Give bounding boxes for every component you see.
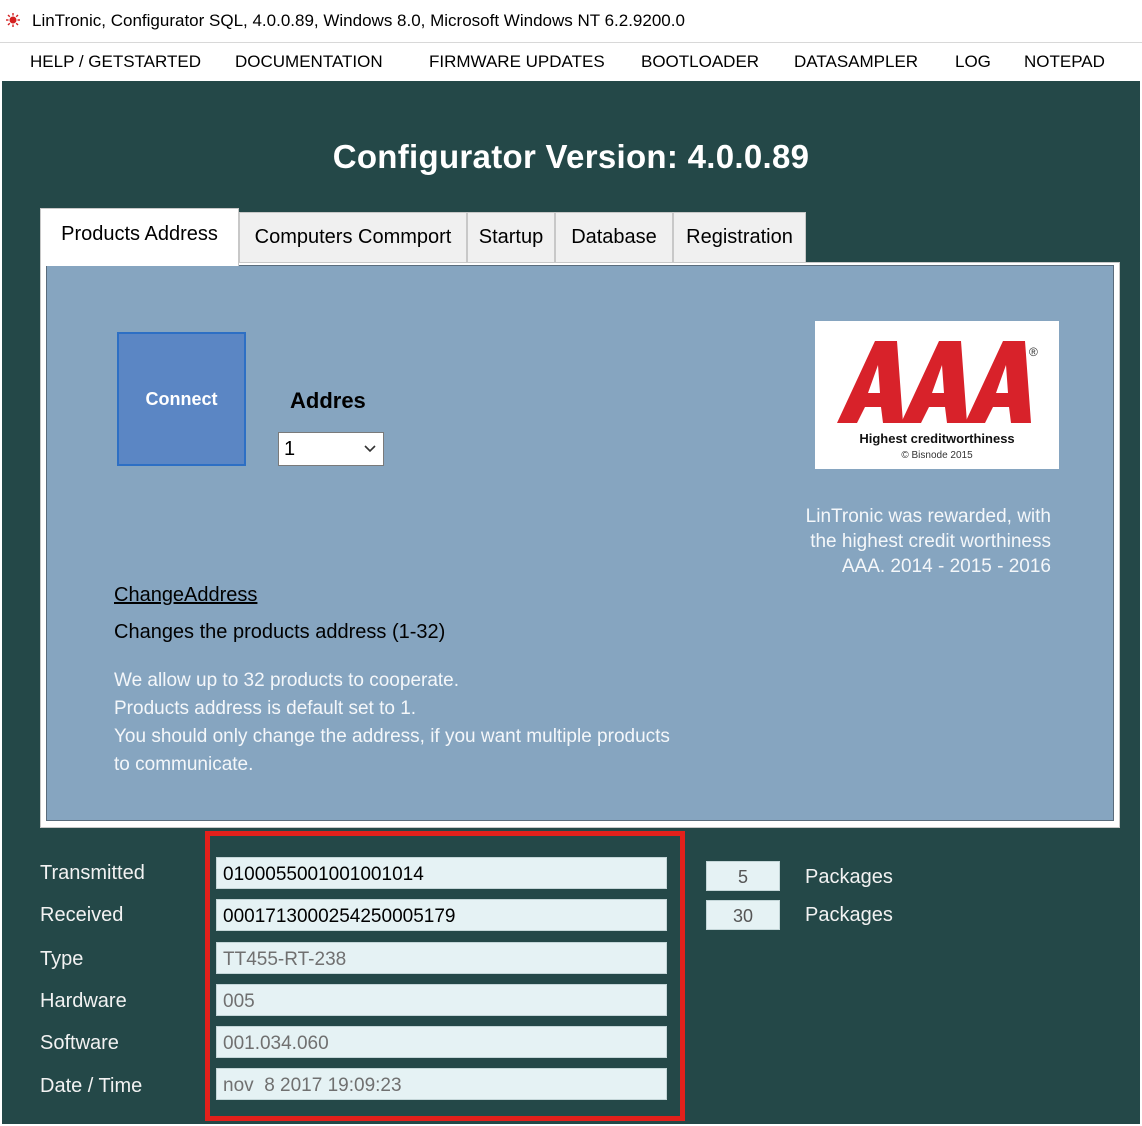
info-line: Products address is default set to 1. xyxy=(114,698,417,719)
hardware-label: Hardware xyxy=(40,990,127,1012)
info-line: You should only change the address, if y… xyxy=(114,726,670,747)
badge-copyright: © Bisnode 2015 xyxy=(901,450,973,461)
received-field: 0001713000254250005179 xyxy=(216,899,667,931)
software-field: 001.034.060 xyxy=(216,1026,667,1058)
title-bar: LinTronic, Configurator SQL, 4.0.0.89, W… xyxy=(0,0,1142,43)
menu-datasampler[interactable]: DATASAMPLER xyxy=(794,52,918,72)
datetime-label: Date / Time xyxy=(40,1075,143,1097)
aaa-badge: ® Highest creditworthiness © Bisnode 201… xyxy=(815,321,1059,469)
page-title: Configurator Version: 4.0.0.89 xyxy=(332,138,810,175)
registered-mark: ® xyxy=(1029,345,1038,359)
menu-notepad[interactable]: NOTEPAD xyxy=(1024,52,1105,72)
change-address-description: Changes the products address (1-32) xyxy=(114,621,446,643)
award-line: the highest credit worthiness xyxy=(810,531,1051,552)
received-label: Received xyxy=(40,904,124,926)
connect-button[interactable]: Connect xyxy=(117,332,246,466)
info-line: We allow up to 32 products to cooperate. xyxy=(114,670,460,691)
chevron-down-icon xyxy=(364,445,376,453)
award-text: LinTronic was rewarded, with the highest… xyxy=(740,504,1051,579)
change-address-link[interactable]: ChangeAddress xyxy=(114,584,257,607)
type-label: Type xyxy=(40,948,84,970)
hardware-field: 005 xyxy=(216,984,667,1016)
menu-bootloader[interactable]: BOOTLOADER xyxy=(641,52,759,72)
window-title: LinTronic, Configurator SQL, 4.0.0.89, W… xyxy=(32,11,685,30)
tab-computers-commport[interactable]: Computers Commport xyxy=(239,212,467,262)
menu-firmware-updates[interactable]: FIRMWARE UPDATES xyxy=(429,52,605,72)
menu-documentation[interactable]: DOCUMENTATION xyxy=(235,52,383,72)
info-line: to communicate. xyxy=(114,754,254,775)
received-count: 30 xyxy=(706,900,780,930)
tab-products-address[interactable]: Products Address xyxy=(40,208,239,266)
transmitted-unit: Packages xyxy=(805,866,893,888)
menu-log[interactable]: LOG xyxy=(955,52,991,72)
award-line: LinTronic was rewarded, with xyxy=(805,506,1051,527)
software-label: Software xyxy=(40,1032,119,1054)
info-text: We allow up to 32 products to cooperate.… xyxy=(114,667,774,779)
transmitted-field: 0100055001001001014 xyxy=(216,857,667,889)
address-dropdown[interactable]: 1 xyxy=(278,432,384,466)
datetime-field: nov 8 2017 19:09:23 xyxy=(216,1068,667,1100)
badge-caption: Highest creditworthiness xyxy=(859,431,1015,446)
tab-database[interactable]: Database xyxy=(555,212,673,262)
menu-help[interactable]: HELP / GETSTARTED xyxy=(30,52,201,72)
address-value: 1 xyxy=(284,438,296,460)
transmitted-count: 5 xyxy=(706,861,780,891)
app-icon xyxy=(6,13,20,27)
transmitted-label: Transmitted xyxy=(40,862,145,884)
received-unit: Packages xyxy=(805,904,893,926)
tab-startup[interactable]: Startup xyxy=(467,212,555,262)
award-line: AAA. 2014 - 2015 - 2016 xyxy=(841,556,1051,577)
address-label: Addres xyxy=(290,388,366,413)
aaa-logo xyxy=(837,341,1031,423)
type-field: TT455-RT-238 xyxy=(216,942,667,974)
tab-registration[interactable]: Registration xyxy=(673,212,806,262)
menu-bar: HELP / GETSTARTED DOCUMENTATION FIRMWARE… xyxy=(0,43,1142,81)
